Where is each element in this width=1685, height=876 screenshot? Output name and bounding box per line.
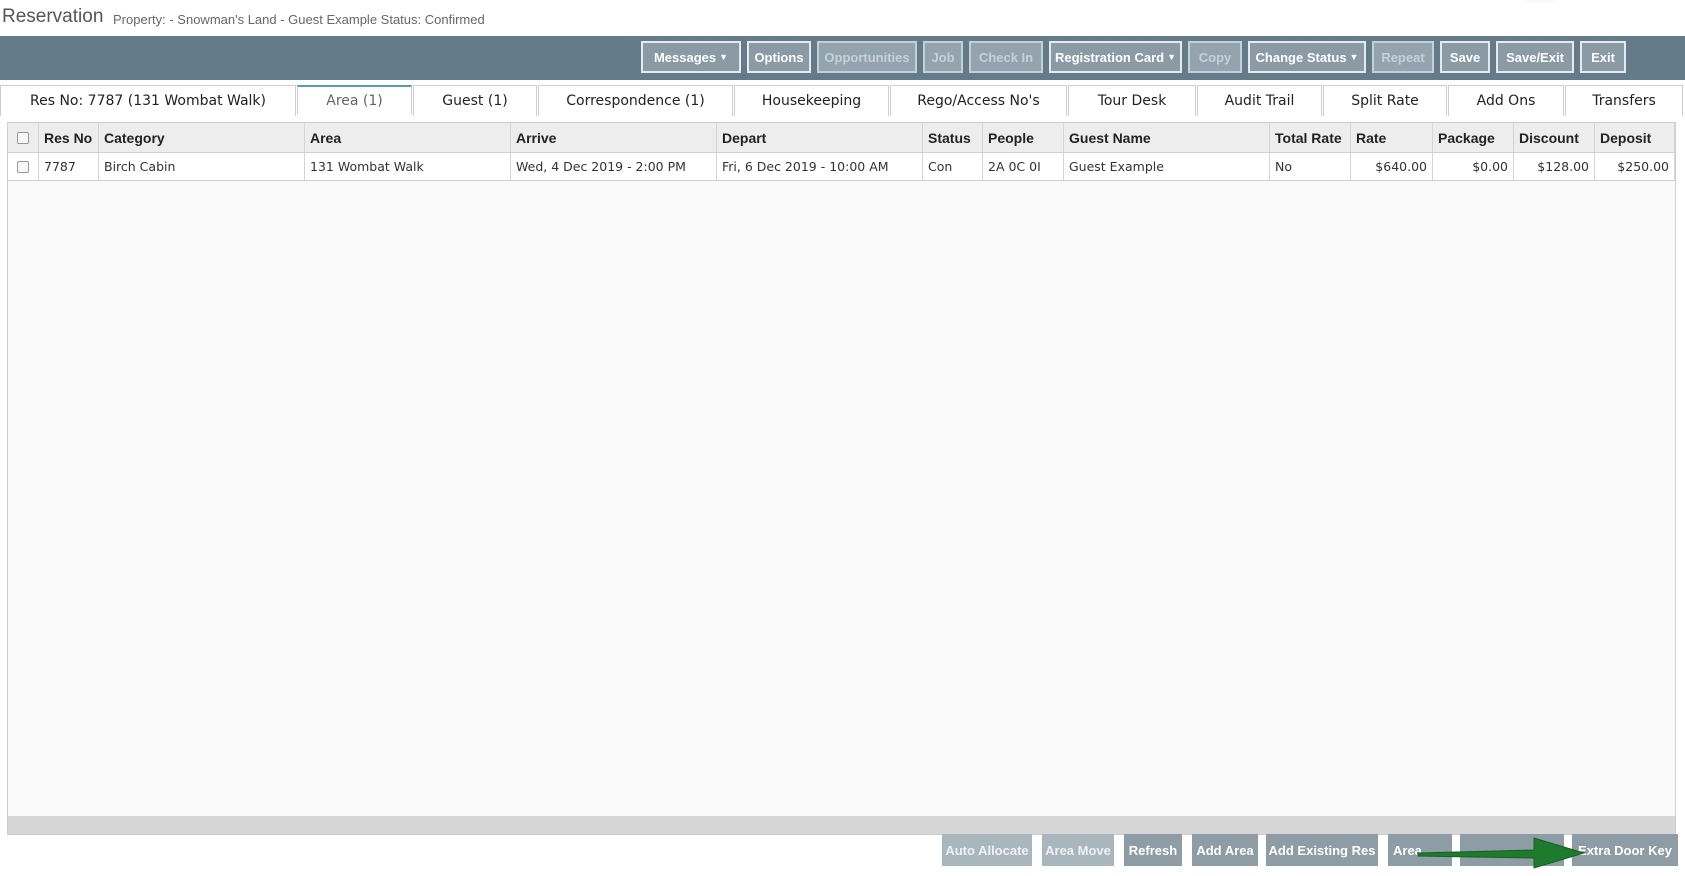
column-header[interactable]: Discount xyxy=(1514,123,1595,152)
save-button[interactable]: Save xyxy=(1440,41,1490,73)
column-header[interactable]: Area xyxy=(305,123,511,152)
registration-card-button[interactable]: Registration Card ▼ xyxy=(1049,41,1182,73)
column-header[interactable]: Rate xyxy=(1351,123,1433,152)
cell-area: 131 Wombat Walk xyxy=(305,153,511,180)
tab-split-rate[interactable]: Split Rate xyxy=(1323,85,1447,116)
column-header[interactable]: Deposit xyxy=(1595,123,1675,152)
check-in-button[interactable]: Check In xyxy=(969,41,1043,73)
change-status-button[interactable]: Change Status ▼ xyxy=(1248,41,1366,73)
exit-button[interactable]: Exit xyxy=(1580,41,1626,73)
column-header[interactable]: Guest Name xyxy=(1064,123,1270,152)
chevron-down-icon: ▼ xyxy=(1167,52,1176,62)
tab-res-no[interactable]: Res No: 7787 (131 Wombat Walk) xyxy=(0,85,296,116)
tab-correspondence[interactable]: Correspondence (1) xyxy=(538,85,733,116)
cell-people: 2A 0C 0I xyxy=(983,153,1064,180)
chevron-down-icon: ▼ xyxy=(719,52,729,62)
column-header[interactable]: Category xyxy=(99,123,305,152)
horizontal-scrollbar[interactable] xyxy=(8,816,1675,834)
messages-label: Messages xyxy=(653,49,717,65)
cell-res-no: 7787 xyxy=(39,153,99,180)
column-header[interactable]: Status xyxy=(923,123,983,152)
row-checkbox[interactable] xyxy=(8,153,39,180)
cell-discount: $128.00 xyxy=(1514,153,1595,180)
reservation-tabs: Res No: 7787 (131 Wombat Walk) Area (1) … xyxy=(0,85,1685,116)
cell-status: Con xyxy=(923,153,983,180)
area-move-button[interactable]: Area Move xyxy=(1042,834,1114,866)
shadow-decoration xyxy=(1505,0,1575,6)
copy-button[interactable]: Copy xyxy=(1188,41,1242,73)
auto-allocate-button[interactable]: Auto Allocate xyxy=(942,834,1032,866)
opportunities-button[interactable]: Opportunities xyxy=(817,41,917,73)
arrow-annotation-icon xyxy=(1417,837,1586,869)
chevron-down-icon: ▼ xyxy=(1349,52,1359,62)
column-header[interactable]: Package xyxy=(1433,123,1514,152)
checkbox-icon xyxy=(17,131,29,144)
main-toolbar: Messages ▼ Options Opportunities Job Chec… xyxy=(0,36,1685,80)
tab-audit-trail[interactable]: Audit Trail xyxy=(1197,85,1322,116)
refresh-button[interactable]: Refresh xyxy=(1124,834,1182,866)
registration-card-label: Registration Card xyxy=(1055,49,1165,65)
save-exit-button[interactable]: Save/Exit xyxy=(1496,41,1574,73)
table-row[interactable]: 7787 Birch Cabin 131 Wombat Walk Wed, 4 … xyxy=(8,153,1675,181)
cell-rate: $640.00 xyxy=(1351,153,1433,180)
page-title: Reservation xyxy=(2,6,104,27)
tab-area[interactable]: Area (1) xyxy=(297,85,412,114)
column-header[interactable]: Arrive xyxy=(511,123,717,152)
extra-door-key-button[interactable]: Extra Door Key xyxy=(1572,834,1678,866)
job-button[interactable]: Job xyxy=(923,41,963,73)
grid-header: Res No Category Area Arrive Depart Statu… xyxy=(8,123,1675,153)
repeat-button[interactable]: Repeat xyxy=(1372,41,1434,73)
tab-rego-access[interactable]: Rego/Access No's xyxy=(890,85,1067,116)
column-header[interactable]: People xyxy=(983,123,1064,152)
cell-arrive: Wed, 4 Dec 2019 - 2:00 PM xyxy=(511,153,717,180)
cell-package: $0.00 xyxy=(1433,153,1514,180)
column-header[interactable]: Depart xyxy=(717,123,923,152)
add-area-button[interactable]: Add Area xyxy=(1192,834,1258,866)
cell-category: Birch Cabin xyxy=(99,153,305,180)
cell-guest-name: Guest Example xyxy=(1064,153,1270,180)
checkbox-icon xyxy=(17,160,29,173)
cell-total-rate: No xyxy=(1270,153,1351,180)
add-existing-res-button[interactable]: Add Existing Res xyxy=(1266,834,1378,866)
change-status-label: Change Status xyxy=(1255,49,1347,65)
select-all-checkbox[interactable] xyxy=(8,123,39,152)
tab-guest[interactable]: Guest (1) xyxy=(413,85,537,116)
tab-housekeeping[interactable]: Housekeeping xyxy=(734,85,889,116)
area-grid-panel: Res No Category Area Arrive Depart Statu… xyxy=(7,122,1676,835)
cell-deposit: $250.00 xyxy=(1595,153,1675,180)
cell-depart: Fri, 6 Dec 2019 - 10:00 AM xyxy=(717,153,923,180)
reservation-summary: Property: - Snowman's Land - Guest Examp… xyxy=(113,12,485,27)
title-bar: Reservation Property: - Snowman's Land -… xyxy=(0,0,1685,36)
tab-add-ons[interactable]: Add Ons xyxy=(1448,85,1564,116)
tab-transfers[interactable]: Transfers xyxy=(1565,85,1683,116)
column-header[interactable]: Res No xyxy=(39,123,99,152)
tab-tour-desk[interactable]: Tour Desk xyxy=(1068,85,1196,116)
column-header[interactable]: Total Rate xyxy=(1270,123,1351,152)
messages-button[interactable]: Messages ▼ xyxy=(641,41,741,73)
options-button[interactable]: Options xyxy=(747,41,811,73)
